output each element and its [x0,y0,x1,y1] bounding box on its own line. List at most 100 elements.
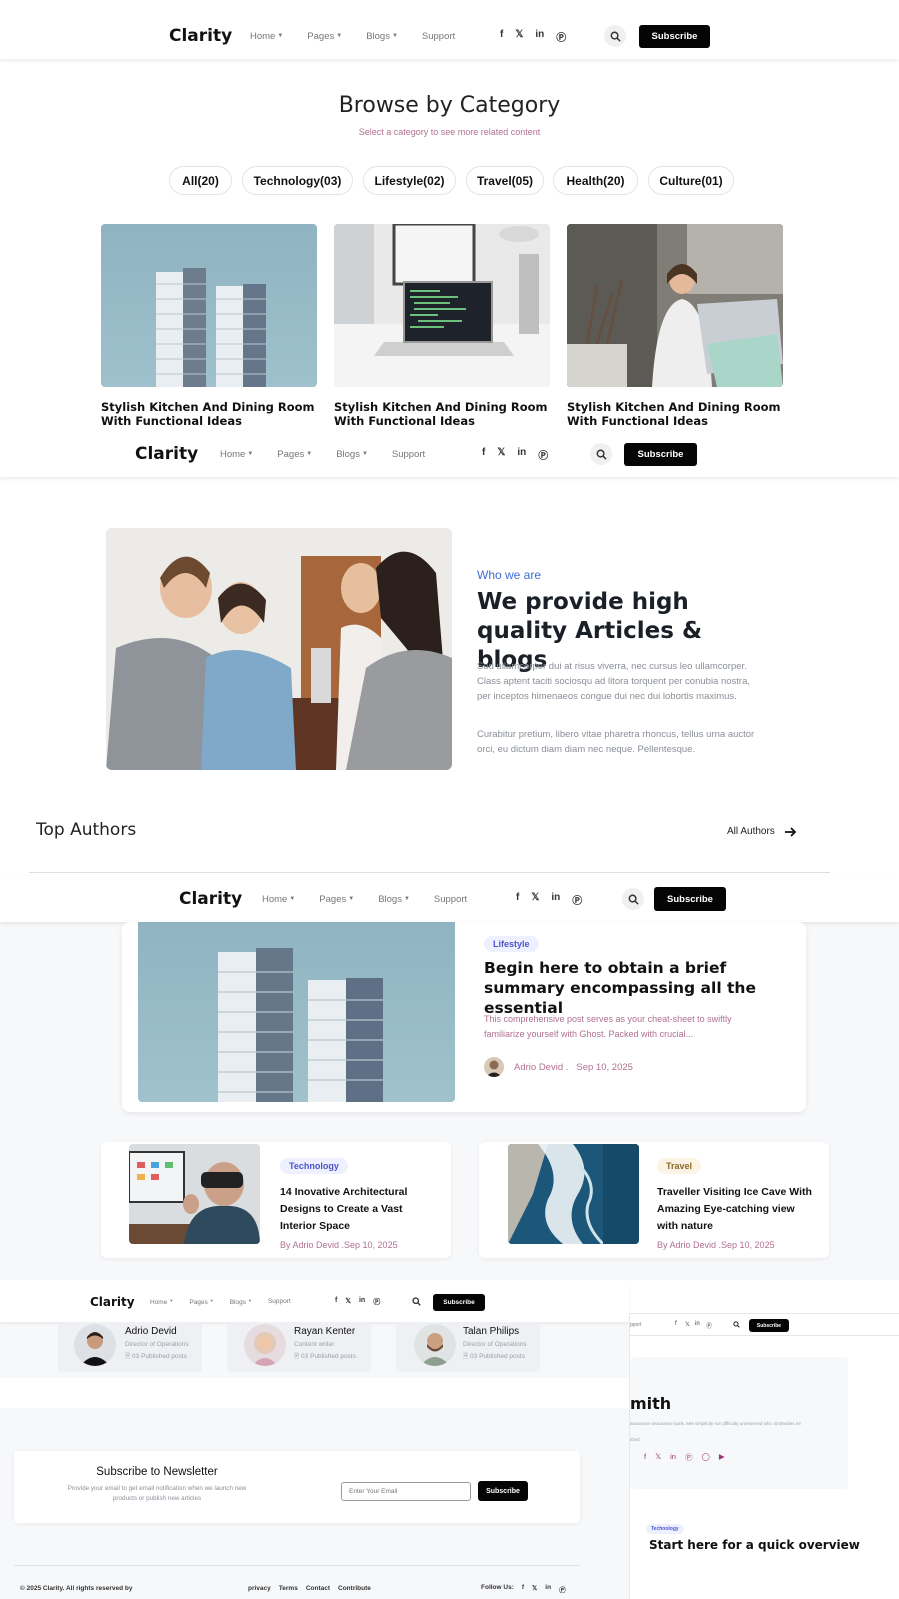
nav-item-support[interactable]: pport [630,1322,641,1328]
pinterest-icon[interactable]: Ⓟ [706,1321,712,1330]
card-image-woman-phone[interactable] [567,224,783,387]
pill-culture[interactable]: Culture(01) [648,166,734,195]
card-image-buildings[interactable] [101,224,317,387]
facebook-icon[interactable]: f [644,1452,646,1463]
featured-title[interactable]: Begin here to obtain a brief summary enc… [484,958,784,1018]
overlay-social-icons: f 𝕏 in Ⓟ ◯ ▶ [644,1452,725,1463]
footer-link-contact[interactable]: Contact [306,1585,330,1592]
nav-item-blogs[interactable]: Blogs ▼ [378,894,410,905]
all-authors-link[interactable]: All Authors [727,826,797,837]
card-title-2[interactable]: Stylish Kitchen And Dining Room With Fun… [334,400,548,428]
nav-item-home[interactable]: Home ▼ [262,894,295,905]
twitter-icon[interactable]: 𝕏 [685,1321,690,1328]
linkedin-icon[interactable]: in [545,1584,551,1594]
nav-item-support[interactable]: Support [422,31,455,42]
pinterest-icon[interactable]: Ⓟ [373,1297,380,1307]
featured-author-avatar[interactable] [484,1057,504,1077]
twitter-icon[interactable]: 𝕏 [345,1297,351,1307]
logo[interactable]: Clarity [179,889,242,909]
youtube-icon[interactable]: ▶ [719,1452,725,1463]
twitter-icon[interactable]: 𝕏 [497,447,505,462]
about-paragraph-1: Sed ullamcorper dui at risus viverra, ne… [477,661,751,702]
author-name-2[interactable]: Rayan Kenter [294,1326,355,1337]
subscribe-button[interactable]: Subscribe [624,442,697,466]
nav-item-blogs[interactable]: Blogs ▼ [230,1298,252,1306]
author-name-1[interactable]: Adrio Devid [125,1326,177,1337]
subscribe-button[interactable]: Subscribe [654,887,726,911]
search-icon[interactable] [412,1297,421,1306]
subscribe-button[interactable]: Subscribe [639,24,710,48]
subscribe-button[interactable]: Subscribe [749,1319,789,1332]
pinterest-icon[interactable]: Ⓟ [556,29,566,44]
search-button[interactable] [590,443,612,465]
post-tag-2[interactable]: Travel [657,1156,702,1174]
twitter-icon[interactable]: 𝕏 [655,1452,661,1463]
logo[interactable]: Clarity [135,444,198,464]
pill-lifestyle[interactable]: Lifestyle(02) [363,166,456,195]
instagram-icon[interactable]: ◯ [701,1452,709,1463]
search-icon[interactable] [733,1321,740,1328]
nav-item-support[interactable]: Support [268,1298,291,1306]
card-image-laptop[interactable] [334,224,550,387]
twitter-icon[interactable]: 𝕏 [532,1584,537,1594]
post-image-vr[interactable] [129,1144,260,1244]
facebook-icon[interactable]: f [516,892,519,907]
newsletter-subscribe-button[interactable]: Subscribe [478,1481,528,1501]
overlay-author-name: mith [630,1394,672,1413]
logo[interactable]: Clarity [90,1295,135,1309]
search-button[interactable] [604,25,626,47]
card-title-1[interactable]: Stylish Kitchen And Dining Room With Fun… [101,400,315,428]
linkedin-icon[interactable]: in [670,1452,676,1463]
footer-link-privacy[interactable]: privacy [248,1585,271,1592]
pill-health[interactable]: Health(20) [553,166,638,195]
pinterest-icon[interactable]: Ⓟ [572,892,582,907]
pinterest-icon[interactable]: Ⓟ [685,1452,693,1463]
footer-link-contribute[interactable]: Contribute [338,1585,371,1592]
pill-all[interactable]: All(20) [169,166,232,195]
pill-technology[interactable]: Technology(03) [242,166,353,195]
nav-item-home[interactable]: Home ▼ [150,1298,173,1306]
twitter-icon[interactable]: 𝕏 [515,29,523,44]
author-name-3[interactable]: Talan Philips [463,1326,519,1337]
card-title-3[interactable]: Stylish Kitchen And Dining Room With Fun… [567,400,781,428]
nav-item-blogs[interactable]: Blogs ▼ [366,31,398,42]
nav-item-pages[interactable]: Pages ▼ [189,1298,213,1306]
linkedin-icon[interactable]: in [517,447,526,462]
linkedin-icon[interactable]: in [551,892,560,907]
pinterest-icon[interactable]: Ⓟ [538,447,548,462]
pill-travel[interactable]: Travel(05) [466,166,544,195]
overlay-heading[interactable]: Start here for a quick overview [649,1538,899,1552]
nav-item-blogs[interactable]: Blogs ▼ [336,449,368,460]
author-role-1: Director of Operations [125,1341,189,1348]
logo[interactable]: Clarity [169,26,232,46]
facebook-icon[interactable]: f [675,1321,677,1327]
featured-image-buildings[interactable] [138,922,455,1102]
facebook-icon[interactable]: f [335,1297,337,1307]
twitter-icon[interactable]: 𝕏 [531,892,539,907]
featured-tag[interactable]: Lifestyle [484,934,539,952]
linkedin-icon[interactable]: in [535,29,544,44]
nav-item-pages[interactable]: Pages ▼ [319,894,354,905]
post-title-1[interactable]: 14 Inovative Architectural Designs to Cr… [280,1184,420,1235]
nav-item-pages[interactable]: Pages ▼ [277,449,312,460]
linkedin-icon[interactable]: in [359,1297,365,1307]
nav-item-pages[interactable]: Pages ▼ [307,31,342,42]
nav-item-home[interactable]: Home ▼ [250,31,283,42]
featured-author[interactable]: Adrio Devid . [514,1062,568,1073]
nav-item-home[interactable]: Home ▼ [220,449,253,460]
facebook-icon[interactable]: f [500,29,503,44]
pinterest-icon[interactable]: Ⓟ [559,1584,566,1594]
linkedin-icon[interactable]: in [695,1321,700,1327]
footer-link-terms[interactable]: Terms [279,1585,298,1592]
nav-item-support[interactable]: Support [434,894,467,905]
post-title-2[interactable]: Traveller Visiting Ice Cave With Amazing… [657,1184,817,1235]
overlay-tag[interactable]: Technology [646,1517,684,1535]
newsletter-email-input[interactable] [341,1482,471,1501]
facebook-icon[interactable]: f [522,1584,524,1594]
facebook-icon[interactable]: f [482,447,485,462]
post-image-ocean[interactable] [508,1144,639,1244]
nav-item-support[interactable]: Support [392,449,425,460]
post-tag-1[interactable]: Technology [280,1156,348,1174]
search-button[interactable] [622,888,644,910]
subscribe-button[interactable]: Subscribe [433,1294,485,1311]
